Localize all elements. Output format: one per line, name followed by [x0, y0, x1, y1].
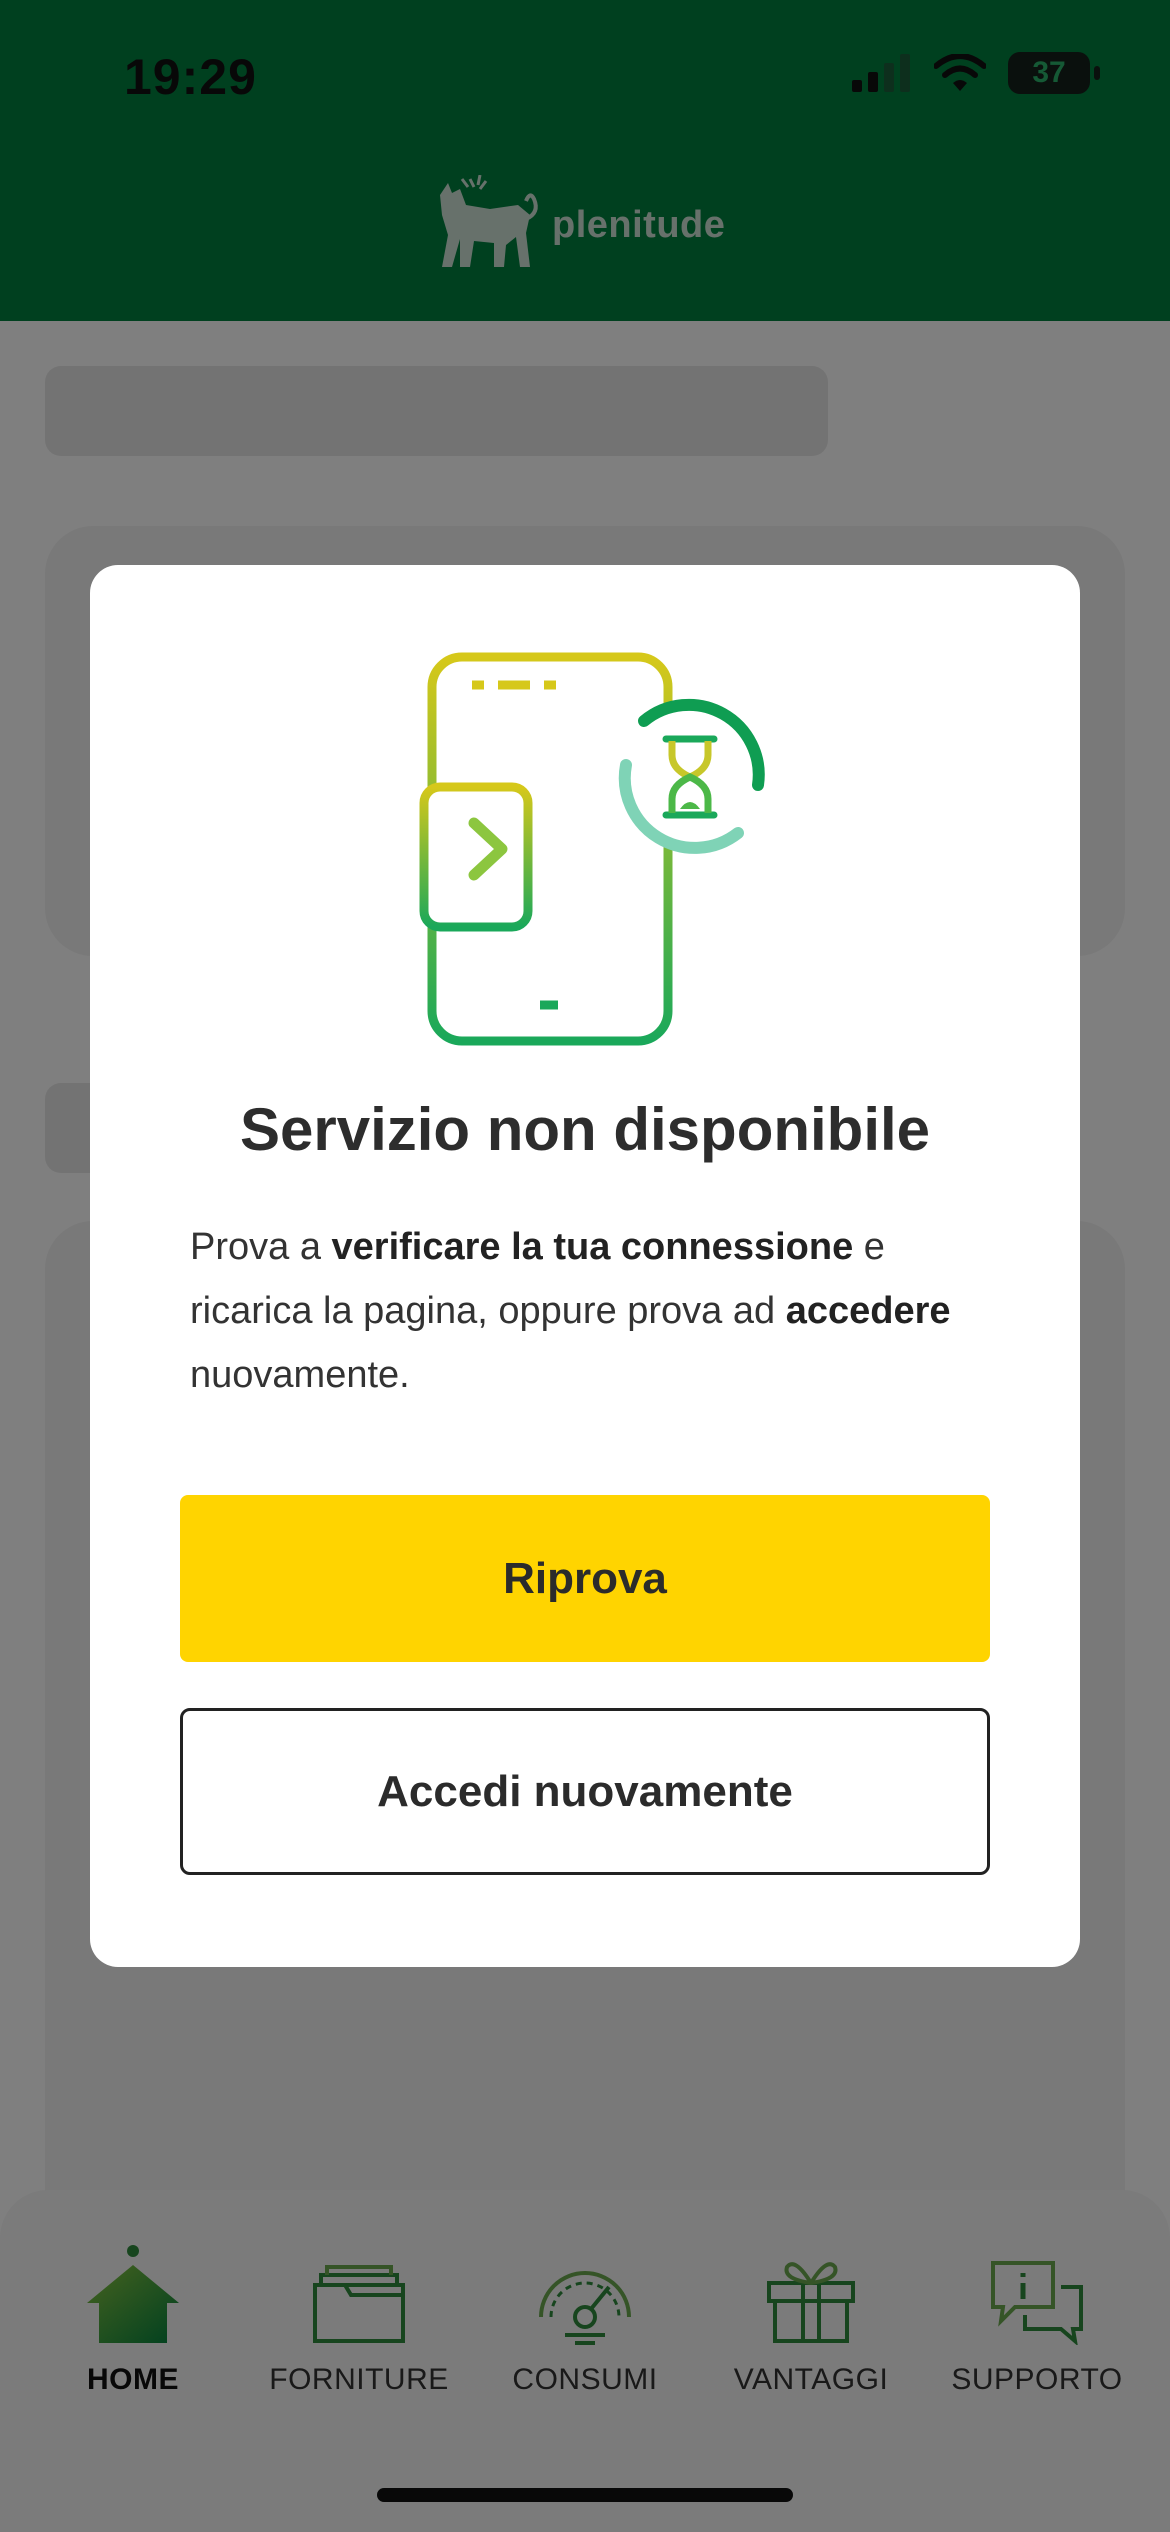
phone-login-hourglass-icon	[382, 652, 765, 1046]
message-text: nuovamente.	[190, 1354, 410, 1396]
message-text: Prova a	[190, 1226, 332, 1268]
message-bold-connection: verificare la tua connessione	[331, 1226, 854, 1268]
modal-message: Prova a verificare la tua connessione e …	[190, 1215, 990, 1407]
login-again-button[interactable]: Accedi nuovamente	[180, 1708, 990, 1875]
error-modal: Servizio non disponibile Prova a verific…	[90, 565, 1080, 1967]
modal-title: Servizio non disponibile	[239, 1096, 931, 1163]
retry-button[interactable]: Riprova	[180, 1495, 990, 1662]
message-bold-login: accedere	[785, 1290, 951, 1332]
